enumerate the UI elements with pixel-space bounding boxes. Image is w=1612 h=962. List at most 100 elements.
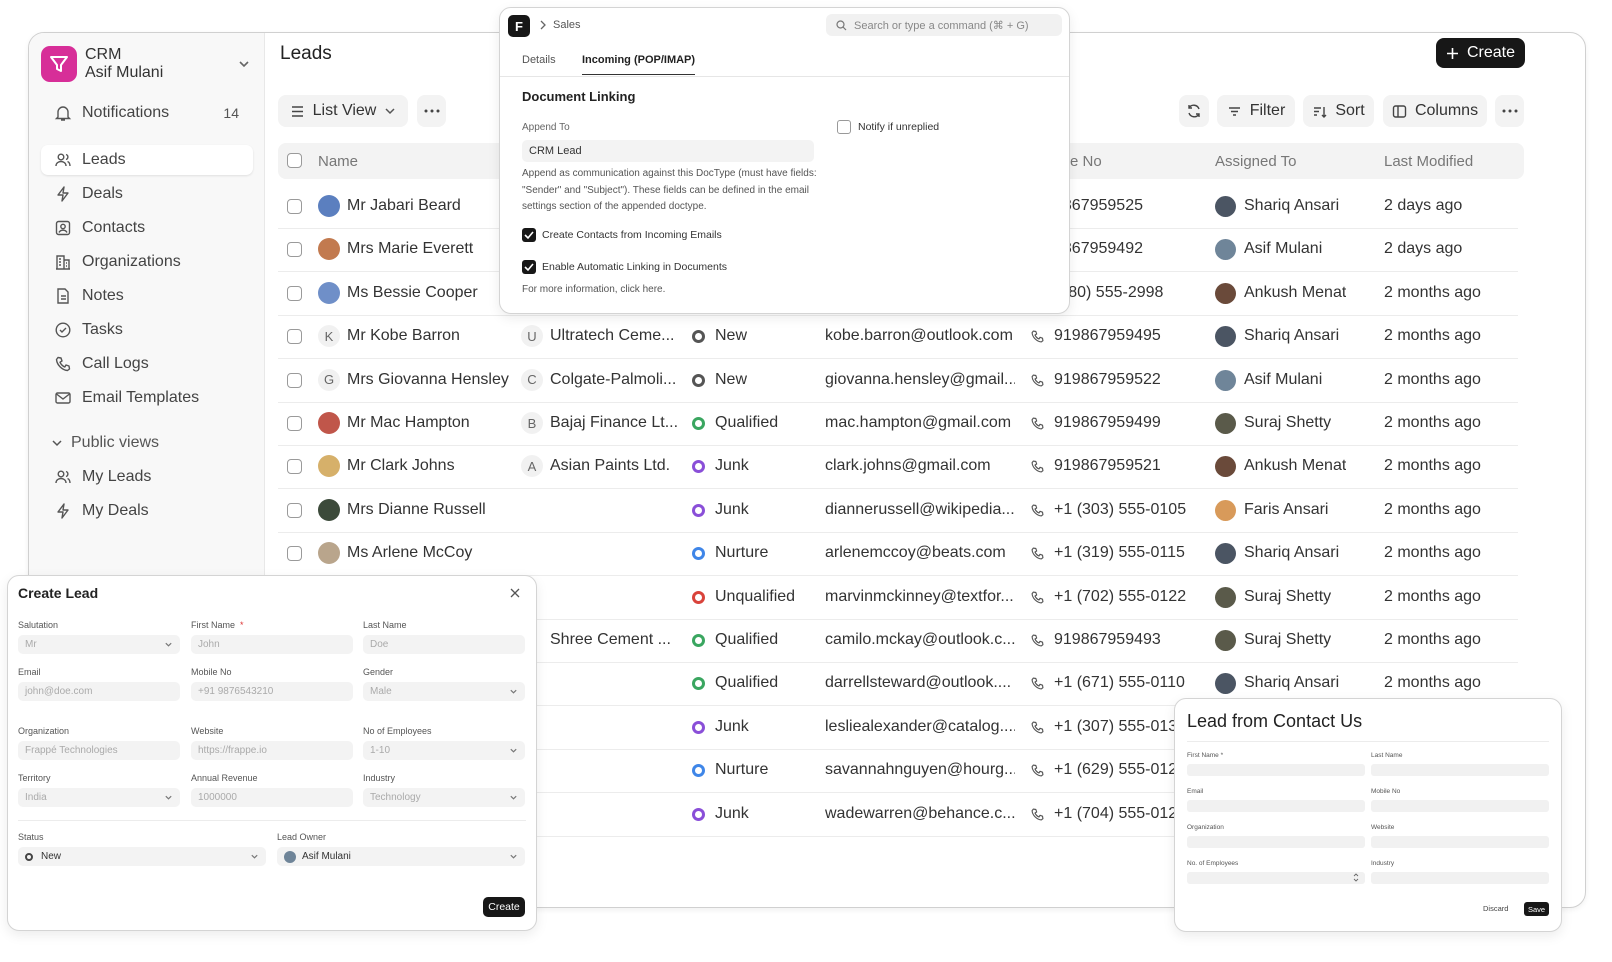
sidebar-item-my-deals[interactable]: My Deals: [41, 496, 253, 526]
sidebar-item-call-logs[interactable]: Call Logs: [41, 349, 253, 379]
assigned-to: Asif Mulani: [1244, 240, 1323, 258]
form-field-input[interactable]: [1187, 872, 1365, 884]
create-contacts-checkbox[interactable]: [522, 228, 536, 242]
refresh-button[interactable]: [1179, 95, 1209, 127]
sidebar-item-notifications[interactable]: Notifications 14: [41, 98, 253, 128]
phone-number: +1 (303) 555-0105: [1054, 500, 1187, 518]
employees-select[interactable]: 1-10: [363, 741, 525, 760]
form-field-input[interactable]: [1371, 836, 1549, 848]
lead-name[interactable]: Mr Mac Hampton: [347, 414, 517, 432]
row-checkbox[interactable]: [287, 329, 302, 345]
create-button[interactable]: Create: [1436, 38, 1525, 68]
brand-user: Asif Mulani: [85, 64, 164, 81]
close-icon[interactable]: [510, 588, 520, 598]
form-field-input[interactable]: [1371, 872, 1549, 884]
form-field-input[interactable]: [1187, 836, 1365, 848]
first-name-input[interactable]: John: [191, 635, 353, 654]
email: mac.hampton@gmail.com: [825, 414, 1012, 431]
table-row[interactable]: G Mrs Giovanna Hensley C Colgate-Palmoli...…: [278, 359, 1518, 403]
row-checkbox[interactable]: [287, 242, 302, 258]
row-checkbox[interactable]: [287, 459, 302, 475]
form-field-input[interactable]: [1371, 800, 1549, 812]
lead-name[interactable]: Mr Jabari Beard: [347, 197, 517, 215]
table-row[interactable]: Mr Clark Johns A Asian Paints Ltd. Junk clar…: [278, 445, 1518, 490]
column-header-phone[interactable]: e No: [1070, 153, 1102, 170]
tab-details[interactable]: Details: [522, 54, 556, 66]
create-lead-button[interactable]: Create: [483, 897, 525, 917]
brand-name: CRM: [85, 46, 122, 63]
revenue-input[interactable]: 1000000: [191, 788, 353, 807]
owner-select[interactable]: Asif Mulani: [277, 847, 525, 866]
more-options-button[interactable]: [417, 95, 446, 127]
lead-name[interactable]: Mr Clark Johns: [347, 457, 517, 475]
row-checkbox[interactable]: [287, 285, 302, 301]
command-search-input[interactable]: Search or type a command (⌘ + G): [826, 14, 1062, 36]
sidebar-item-notes[interactable]: Notes: [41, 281, 253, 311]
notify-checkbox[interactable]: [837, 120, 851, 134]
row-checkbox[interactable]: [287, 416, 302, 431]
select-all-checkbox[interactable]: [287, 153, 302, 168]
sidebar-item-email-templates[interactable]: Email Templates: [41, 383, 253, 413]
form-field-input[interactable]: [1187, 764, 1365, 776]
status-select[interactable]: New: [18, 847, 266, 866]
column-header-modified[interactable]: Last Modified: [1384, 153, 1473, 170]
lead-name[interactable]: Mr Kobe Barron: [347, 327, 517, 345]
gender-select[interactable]: Male: [363, 682, 525, 701]
columns-button[interactable]: Columns: [1383, 95, 1487, 127]
form-field-label: Industry: [1371, 860, 1395, 867]
lead-name[interactable]: Mrs Marie Everett: [347, 240, 517, 258]
email: savannahnguyen@hourg...: [825, 761, 1015, 779]
discard-button[interactable]: Discard: [1483, 904, 1508, 913]
lead-name[interactable]: Ms Bessie Cooper: [347, 284, 517, 302]
lead-name[interactable]: Mrs Giovanna Hensley: [347, 371, 517, 389]
tab-incoming[interactable]: Incoming (POP/IMAP): [582, 54, 696, 75]
sidebar-item-organizations[interactable]: Organizations: [41, 247, 253, 277]
brand-switcher[interactable]: CRM Asif Mulani: [41, 45, 253, 83]
table-row[interactable]: K Mr Kobe Barron U Ultratech Ceme... New kobe…: [278, 315, 1518, 360]
sidebar-item-tasks[interactable]: Tasks: [41, 315, 253, 345]
row-checkbox[interactable]: [287, 546, 302, 562]
avatar: [1215, 196, 1236, 217]
industry-select[interactable]: Technology: [363, 788, 525, 807]
column-header-assigned[interactable]: Assigned To: [1215, 153, 1296, 170]
sort-button[interactable]: Sort: [1303, 95, 1374, 127]
row-checkbox[interactable]: [287, 199, 302, 214]
sidebar-item-deals[interactable]: Deals: [41, 179, 253, 209]
last-name-input[interactable]: Doe: [363, 635, 525, 654]
more-options-button[interactable]: [1495, 95, 1524, 127]
contact-card-icon: [53, 218, 73, 238]
form-field-label: Email: [1187, 788, 1204, 795]
sidebar-item-my-leads[interactable]: My Leads: [41, 462, 253, 492]
table-row[interactable]: Mrs Dianne Russell Junk diannerussell@wiki…: [278, 489, 1518, 533]
public-views-toggle[interactable]: Public views: [41, 430, 159, 456]
more-info-link[interactable]: For more information, click here.: [522, 284, 665, 295]
form-field-input[interactable]: [1371, 764, 1549, 776]
territory-select[interactable]: India: [18, 788, 180, 807]
lead-name[interactable]: Ms Arlene McCoy: [347, 544, 517, 562]
auto-linking-checkbox[interactable]: [522, 260, 536, 274]
sidebar-item-leads[interactable]: Leads: [41, 145, 253, 175]
save-button[interactable]: Save: [1524, 902, 1549, 916]
mobile-input[interactable]: +91 9876543210: [191, 682, 353, 701]
form-field-input[interactable]: [1187, 800, 1365, 812]
row-checkbox[interactable]: [287, 502, 302, 518]
filter-button[interactable]: Filter: [1217, 95, 1295, 127]
breadcrumb[interactable]: Sales: [553, 19, 581, 31]
stepper-icon: [1353, 873, 1359, 882]
phone-number: +1 (319) 555-0115: [1054, 544, 1185, 562]
salutation-select[interactable]: Mr: [18, 635, 180, 654]
chevron-down-icon: [509, 852, 518, 861]
row-checkbox[interactable]: [287, 372, 302, 388]
website-input[interactable]: https://frappe.io: [191, 741, 353, 760]
lead-name[interactable]: Mrs Dianne Russell: [347, 501, 517, 519]
append-to-field[interactable]: CRM Lead: [522, 140, 814, 162]
column-header-name[interactable]: Name: [318, 153, 358, 170]
table-row[interactable]: Ms Arlene McCoy Nurture arlenemccoy@beats.…: [278, 532, 1518, 577]
org-logo: U: [521, 325, 543, 348]
email-input[interactable]: john@doe.com: [18, 682, 180, 701]
sidebar-item-contacts[interactable]: Contacts: [41, 213, 253, 243]
table-row[interactable]: Mr Mac Hampton B Bajaj Finance Lt... Qualif…: [278, 402, 1518, 446]
list-view-dropdown[interactable]: List View: [278, 95, 408, 127]
organization-input[interactable]: Frappé Technologies: [18, 741, 180, 760]
org-logo: A: [521, 455, 543, 478]
